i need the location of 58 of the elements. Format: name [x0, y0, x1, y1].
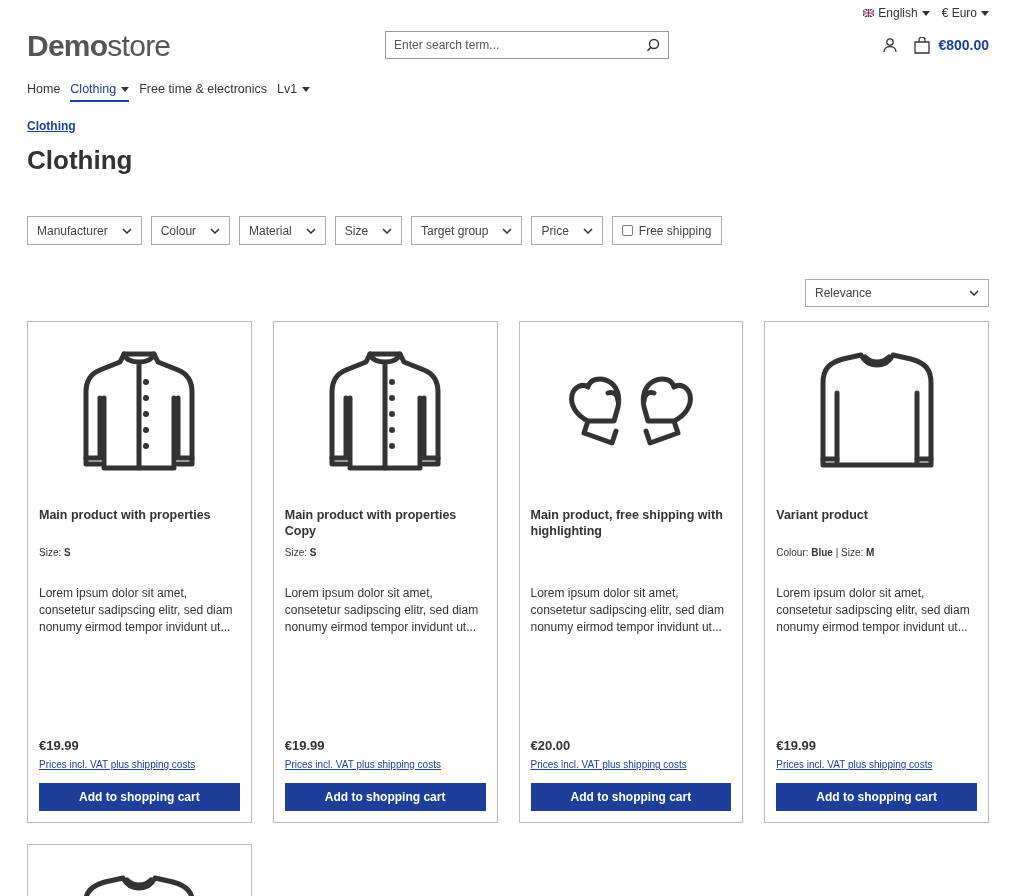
- product-description: Lorem ipsum dolor sit amet, consetetur sadipscing elitr, sed diam nonumy eirmod tempor invidunt ut...: [776, 585, 971, 636]
- flag-icon: [863, 9, 875, 17]
- search-icon[interactable]: [646, 38, 660, 52]
- chevron-down-icon: [502, 227, 513, 234]
- price-info-link[interactable]: Prices incl. VAT plus shipping costs: [39, 757, 196, 772]
- logo[interactable]: Demostore: [27, 22, 385, 68]
- user-icon[interactable]: [882, 37, 899, 53]
- product-properties: Size: S: [284, 547, 317, 558]
- product-price: €19.99: [39, 736, 80, 755]
- nav-item[interactable]: Free time & electronics: [139, 79, 268, 103]
- currency-selector[interactable]: € Euro: [941, 4, 989, 22]
- nav-item[interactable]: Clothing: [70, 79, 130, 103]
- product-name[interactable]: Variant product: [776, 507, 977, 523]
- add-to-cart-button[interactable]: Add to shopping cart: [530, 783, 732, 811]
- product-name[interactable]: Main product with properties: [39, 507, 240, 523]
- chevron-down-icon: [121, 227, 132, 234]
- product-description: Lorem ipsum dolor sit amet, consetetur sadipscing elitr, sed diam nonumy eirmod tempor invidunt ut...: [284, 585, 480, 636]
- add-to-cart-button[interactable]: Add to shopping cart: [776, 783, 977, 811]
- nav-item[interactable]: Lv1: [277, 79, 311, 103]
- filter-dropdown[interactable]: Material: [239, 216, 326, 245]
- price-info-link[interactable]: Prices incl. VAT plus shipping costs: [776, 757, 933, 772]
- filter-dropdown[interactable]: Colour: [150, 216, 231, 245]
- product-price: €20.00: [530, 736, 572, 755]
- price-info-link[interactable]: Prices incl. VAT plus shipping costs: [284, 757, 441, 772]
- price-info-link[interactable]: Prices incl. VAT plus shipping costs: [530, 757, 687, 772]
- chevron-down-icon: [210, 227, 221, 234]
- nav-item[interactable]: Home: [27, 79, 61, 103]
- product-properties: Size: S: [39, 547, 71, 558]
- search-field[interactable]: Enter search term...: [385, 31, 669, 59]
- product-properties: Colour: Blue | Size: M: [776, 547, 875, 558]
- add-to-cart-button[interactable]: Add to shopping cart: [284, 783, 486, 811]
- filter-checkbox[interactable]: Free shipping: [611, 216, 722, 245]
- caret-icon: [981, 10, 989, 16]
- caret-icon: [921, 10, 930, 16]
- product-name[interactable]: Main product, free shipping with highlighting: [530, 507, 732, 539]
- filter-dropdown[interactable]: Target group: [411, 216, 523, 245]
- language-selector[interactable]: English: [863, 4, 930, 22]
- product-description: Lorem ipsum dolor sit amet, consetetur sadipscing elitr, sed diam nonumy eirmod tempor invidunt ut...: [39, 585, 234, 636]
- checkbox[interactable]: [621, 225, 633, 236]
- filter-dropdown[interactable]: Size: [334, 216, 403, 245]
- cart-button[interactable]: €800.00: [914, 34, 989, 56]
- caret-icon: [302, 86, 311, 92]
- chevron-down-icon: [382, 227, 393, 234]
- product-description: Lorem ipsum dolor sit amet, consetetur sadipscing elitr, sed diam nonumy eirmod tempor invidunt ut...: [530, 585, 725, 636]
- chevron-down-icon: [305, 227, 316, 234]
- caret-icon: [121, 86, 130, 92]
- product-price: €19.99: [284, 736, 326, 755]
- sort-dropdown[interactable]: Relevance: [805, 279, 989, 307]
- bag-icon: [914, 36, 931, 54]
- filter-dropdown[interactable]: Manufacturer: [27, 216, 142, 245]
- product-price: €19.99: [776, 736, 817, 755]
- add-to-cart-button[interactable]: Add to shopping cart: [39, 783, 240, 811]
- product-name[interactable]: Main product with properties Copy: [284, 507, 486, 539]
- page-title: Clothing: [27, 144, 134, 177]
- chevron-down-icon: [582, 227, 593, 234]
- filter-dropdown[interactable]: Price: [531, 216, 603, 245]
- breadcrumb-link[interactable]: Clothing: [27, 117, 76, 135]
- chevron-down-icon: [969, 290, 979, 296]
